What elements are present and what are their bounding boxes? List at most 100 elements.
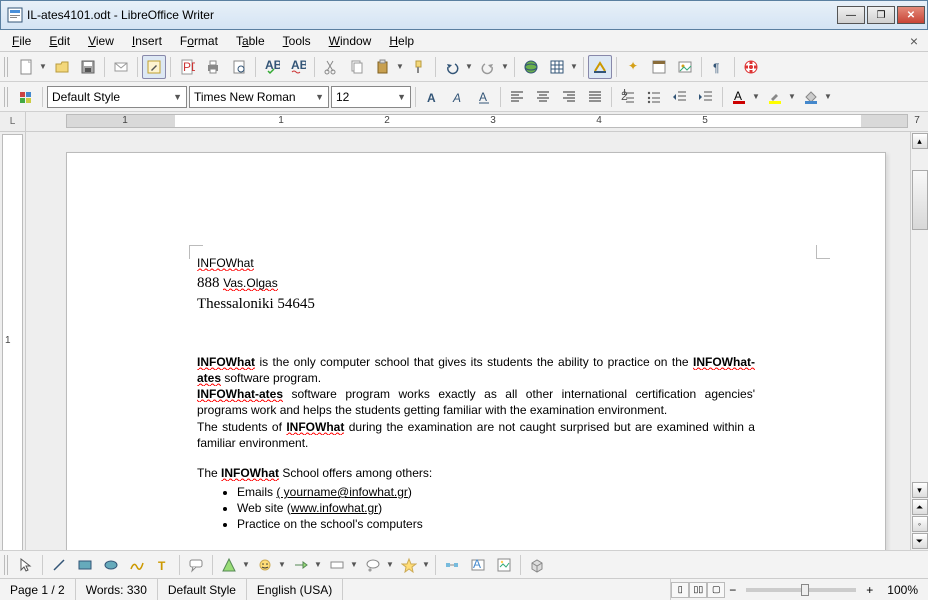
paste-button[interactable] <box>371 55 395 79</box>
callouts-dropdown[interactable]: ▼ <box>385 553 395 577</box>
scroll-up-button[interactable]: ▴ <box>912 133 928 149</box>
bgcolor-dropdown[interactable]: ▼ <box>823 85 833 109</box>
arrows-tool[interactable] <box>289 553 313 577</box>
scroll-down-button[interactable]: ▾ <box>912 482 928 498</box>
toolbar-handle[interactable] <box>4 555 10 575</box>
basic-shapes-tool[interactable] <box>217 553 241 577</box>
undo-button[interactable] <box>440 55 464 79</box>
vertical-scrollbar[interactable]: ▴ ▾ ⏶ ◦ ⏷ <box>910 132 928 550</box>
zoom-in-button[interactable]: + <box>862 583 877 597</box>
preview-button[interactable] <box>227 55 251 79</box>
nonprinting-button[interactable]: ¶ <box>706 55 730 79</box>
close-button[interactable]: ✕ <box>897 6 925 24</box>
copy-button[interactable] <box>345 55 369 79</box>
basic-shapes-dropdown[interactable]: ▼ <box>241 553 251 577</box>
next-page-button[interactable]: ⏷ <box>912 533 928 549</box>
font-color-dropdown[interactable]: ▼ <box>751 85 761 109</box>
menu-tools[interactable]: Tools <box>275 32 319 50</box>
rect-tool[interactable] <box>73 553 97 577</box>
font-name-combo[interactable]: Times New Roman▼ <box>189 86 329 108</box>
zoom-slider[interactable] <box>746 588 856 592</box>
maximize-button[interactable]: ❐ <box>867 6 895 24</box>
points-tool[interactable] <box>440 553 464 577</box>
redo-dropdown[interactable]: ▼ <box>500 55 510 79</box>
vertical-ruler[interactable]: 1 <box>0 132 26 550</box>
gallery-button[interactable] <box>673 55 697 79</box>
menu-window[interactable]: Window <box>321 32 380 50</box>
menu-view[interactable]: View <box>80 32 122 50</box>
number-list-button[interactable]: 12 <box>616 85 640 109</box>
select-tool[interactable] <box>14 553 38 577</box>
nav-button[interactable]: ◦ <box>912 516 928 532</box>
autospell-button[interactable]: ABC <box>286 55 310 79</box>
freeform-tool[interactable] <box>125 553 149 577</box>
fontwork-tool[interactable]: A <box>466 553 490 577</box>
document-page[interactable]: INFOWhat 888 Vas.Olgas Thessaloniki 5464… <box>66 152 886 550</box>
font-size-combo[interactable]: 12▼ <box>331 86 411 108</box>
callout-tool[interactable] <box>184 553 208 577</box>
symbol-shapes-tool[interactable] <box>253 553 277 577</box>
arrows-dropdown[interactable]: ▼ <box>313 553 323 577</box>
view-single-button[interactable]: ▯ <box>671 582 689 598</box>
italic-button[interactable]: A <box>446 85 470 109</box>
spellcheck-button[interactable]: ABC <box>260 55 284 79</box>
format-paintbrush-button[interactable] <box>407 55 431 79</box>
document-close-icon[interactable]: × <box>904 31 924 51</box>
paste-dropdown[interactable]: ▼ <box>395 55 405 79</box>
undo-dropdown[interactable]: ▼ <box>464 55 474 79</box>
view-book-button[interactable]: ▢ <box>707 582 725 598</box>
status-language[interactable]: English (USA) <box>247 579 343 600</box>
hyperlink-button[interactable] <box>519 55 543 79</box>
view-multi-button[interactable]: ▯▯ <box>689 582 707 598</box>
toolbar-handle[interactable] <box>4 57 10 77</box>
highlight-dropdown[interactable]: ▼ <box>787 85 797 109</box>
callouts-tool[interactable] <box>361 553 385 577</box>
indent-inc-button[interactable] <box>694 85 718 109</box>
bold-button[interactable]: A <box>420 85 444 109</box>
text-tool[interactable]: T <box>151 553 175 577</box>
print-button[interactable] <box>201 55 225 79</box>
edit-mode-button[interactable] <box>142 55 166 79</box>
stars-tool[interactable] <box>397 553 421 577</box>
paragraph-style-combo[interactable]: Default Style▼ <box>47 86 187 108</box>
flowchart-dropdown[interactable]: ▼ <box>349 553 359 577</box>
align-center-button[interactable] <box>531 85 555 109</box>
from-file-tool[interactable] <box>492 553 516 577</box>
toolbar-handle[interactable] <box>4 87 10 107</box>
menu-help[interactable]: Help <box>381 32 422 50</box>
highlight-button[interactable] <box>763 85 787 109</box>
bullet-list-button[interactable] <box>642 85 666 109</box>
symbol-shapes-dropdown[interactable]: ▼ <box>277 553 287 577</box>
stars-dropdown[interactable]: ▼ <box>421 553 431 577</box>
status-page[interactable]: Page 1 / 2 <box>0 579 76 600</box>
redo-button[interactable] <box>476 55 500 79</box>
flowchart-tool[interactable] <box>325 553 349 577</box>
navigator-button[interactable] <box>647 55 671 79</box>
menu-file[interactable]: File <box>4 32 39 50</box>
menu-format[interactable]: Format <box>172 32 226 50</box>
styles-button[interactable] <box>14 85 38 109</box>
table-dropdown[interactable]: ▼ <box>569 55 579 79</box>
ellipse-tool[interactable] <box>99 553 123 577</box>
find-button[interactable]: ✦ <box>621 55 645 79</box>
menu-edit[interactable]: Edit <box>41 32 78 50</box>
status-style[interactable]: Default Style <box>158 579 247 600</box>
save-button[interactable] <box>76 55 100 79</box>
cut-button[interactable] <box>319 55 343 79</box>
menu-table[interactable]: Table <box>228 32 273 50</box>
new-button[interactable] <box>14 55 38 79</box>
extrusion-tool[interactable] <box>525 553 549 577</box>
prev-page-button[interactable]: ⏶ <box>912 499 928 515</box>
align-justify-button[interactable] <box>583 85 607 109</box>
line-tool[interactable] <box>47 553 71 577</box>
status-words[interactable]: Words: 330 <box>76 579 158 600</box>
align-right-button[interactable] <box>557 85 581 109</box>
zoom-level[interactable]: 100% <box>877 579 928 600</box>
table-button[interactable] <box>545 55 569 79</box>
show-draw-button[interactable] <box>588 55 612 79</box>
bgcolor-button[interactable] <box>799 85 823 109</box>
new-dropdown[interactable]: ▼ <box>38 55 48 79</box>
minimize-button[interactable]: — <box>837 6 865 24</box>
underline-button[interactable]: A <box>472 85 496 109</box>
align-left-button[interactable] <box>505 85 529 109</box>
